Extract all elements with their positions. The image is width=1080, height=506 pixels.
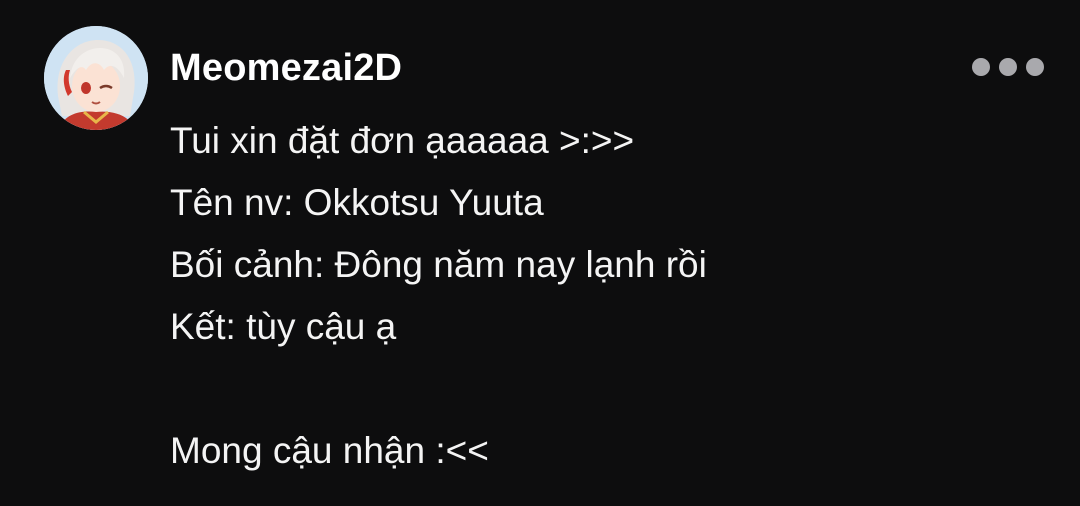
comment-line: Tui xin đặt đơn ạaaaaa >:>>	[170, 120, 635, 161]
comment-body: Tui xin đặt đơn ạaaaaa >:>> Tên nv: Okko…	[170, 110, 1050, 482]
more-options-icon	[1026, 58, 1044, 76]
comment-line: Mong cậu nhận :<<	[170, 430, 489, 471]
username[interactable]: Meomezai2D	[170, 42, 402, 94]
comment-line: Kết: tùy cậu ạ	[170, 306, 397, 347]
avatar[interactable]	[44, 26, 148, 130]
comment-blank-line	[170, 358, 1050, 420]
comment-post: Meomezai2D Tui xin đặt đơn ạaaaaa >:>> T…	[0, 0, 1080, 506]
more-options-icon	[999, 58, 1017, 76]
avatar-anime-character-icon	[44, 26, 148, 130]
comment-line: Bối cảnh: Đông năm nay lạnh rồi	[170, 244, 707, 285]
more-options-button[interactable]	[972, 54, 1044, 80]
more-options-icon	[972, 58, 990, 76]
comment-line: Tên nv: Okkotsu Yuuta	[170, 182, 544, 223]
